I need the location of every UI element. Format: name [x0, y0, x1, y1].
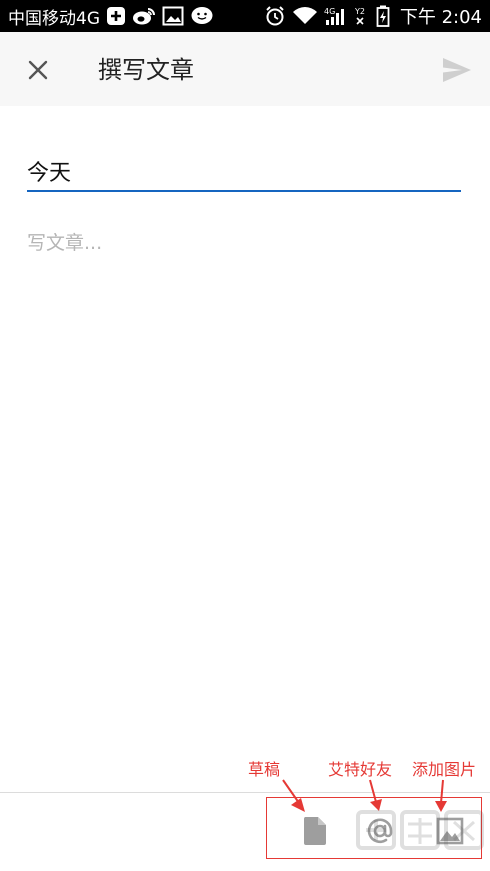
signal-4g-icon: 4G: [324, 6, 348, 26]
alarm-icon: [264, 5, 286, 27]
status-bar: 中国移动4G 4G Y2 下午 2:04: [0, 0, 490, 32]
signal-sim2-icon: Y2: [354, 6, 370, 26]
wifi-icon: [292, 6, 318, 26]
app-bar: 撰写文章: [0, 32, 490, 106]
status-right: 4G Y2 下午 2:04: [264, 3, 482, 29]
svg-text:4G: 4G: [324, 7, 335, 16]
article-title-input[interactable]: [27, 152, 461, 192]
gallery-icon: [162, 6, 184, 26]
annotation-image-label: 添加图片: [412, 760, 477, 779]
close-icon: [28, 60, 48, 80]
status-time: 下午 2:04: [399, 7, 482, 28]
weibo-icon: [132, 6, 156, 26]
close-button[interactable]: [22, 54, 54, 86]
battery-charging-icon: [376, 5, 390, 27]
annotation-draft-label: 草稿: [248, 760, 281, 779]
chat-face-icon: [190, 6, 214, 26]
watermark-logo-icon: [356, 810, 484, 850]
send-icon: [443, 58, 471, 82]
page-title: 撰写文章: [98, 56, 194, 84]
article-body-input[interactable]: [27, 228, 461, 748]
plus-badge-icon: [106, 6, 126, 26]
send-button[interactable]: [440, 54, 474, 86]
svg-text:Y2: Y2: [354, 7, 365, 16]
annotation-mention-label: 艾特好友: [328, 760, 393, 779]
carrier-label: 中国移动4G: [8, 8, 100, 29]
status-left: 中国移动4G: [8, 4, 214, 29]
